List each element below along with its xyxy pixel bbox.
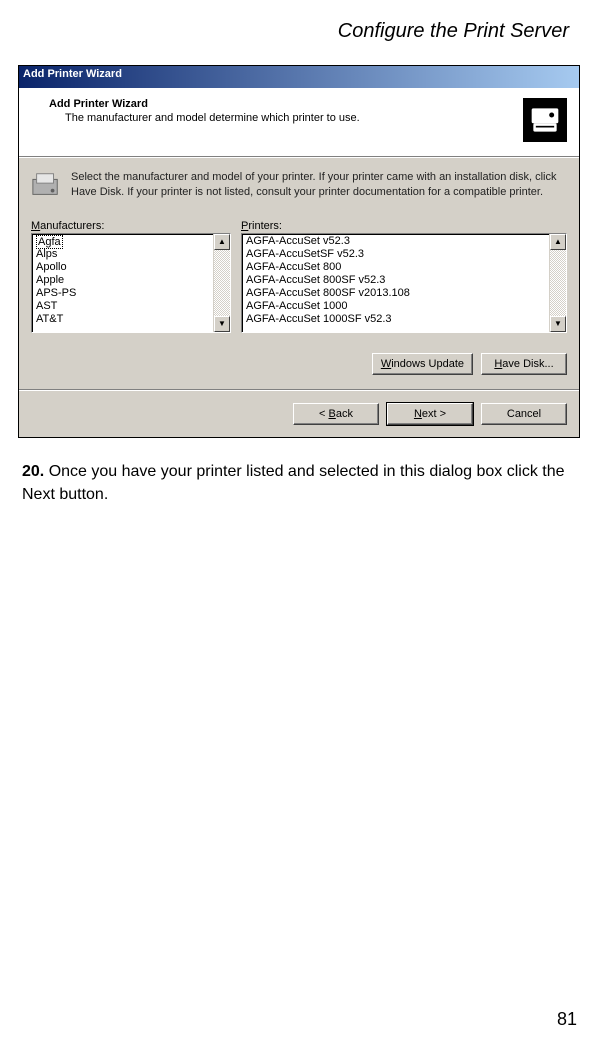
list-item[interactable]: Agfa — [34, 235, 211, 248]
scroll-up-button[interactable]: ▲ — [214, 234, 230, 250]
manufacturers-listbox[interactable]: Agfa Alps Apollo Apple APS-PS AST AT&T ▲… — [31, 233, 231, 333]
page-number: 81 — [557, 1009, 577, 1030]
scroll-track[interactable] — [214, 250, 230, 316]
chevron-up-icon: ▲ — [554, 238, 562, 246]
list-item[interactable]: AGFA-AccuSet v52.3 — [244, 235, 547, 248]
step-instruction: 20. Once you have your printer listed an… — [22, 460, 569, 506]
chevron-down-icon: ▼ — [218, 320, 226, 328]
page-header: Configure the Print Server — [18, 20, 569, 43]
printers-listbox[interactable]: AGFA-AccuSet v52.3 AGFA-AccuSetSF v52.3 … — [241, 233, 567, 333]
printer-graphic-icon — [523, 98, 567, 142]
list-item[interactable]: AGFA-AccuSetSF v52.3 — [244, 248, 547, 261]
list-item[interactable]: APS-PS — [34, 287, 211, 300]
windows-update-button[interactable]: Windows Update — [372, 353, 473, 375]
scrollbar[interactable]: ▲ ▼ — [213, 234, 230, 332]
list-item[interactable]: AGFA-AccuSet 1000SF v52.3 — [244, 313, 547, 326]
have-disk-button[interactable]: Have Disk... — [481, 353, 567, 375]
list-item[interactable]: AGFA-AccuSet 800 — [244, 261, 547, 274]
dialog-subheading: The manufacturer and model determine whi… — [65, 112, 513, 124]
list-item[interactable]: Apple — [34, 274, 211, 287]
dialog-body: Select the manufacturer and model of you… — [19, 157, 579, 343]
dialog-titlebar: Add Printer Wizard — [19, 66, 579, 88]
list-item[interactable]: AT&T — [34, 313, 211, 326]
printers-label: Printers: — [241, 220, 567, 232]
manufacturers-label: Manufacturers: — [31, 220, 231, 232]
instruction-text: Select the manufacturer and model of you… — [71, 170, 567, 200]
scroll-down-button[interactable]: ▼ — [214, 316, 230, 332]
list-item[interactable]: AGFA-AccuSet 800SF v2013.108 — [244, 287, 547, 300]
list-item[interactable]: Alps — [34, 248, 211, 261]
step-number: 20. — [22, 463, 44, 480]
scroll-track[interactable] — [550, 250, 566, 316]
list-item[interactable]: Apollo — [34, 261, 211, 274]
add-printer-wizard-dialog: Add Printer Wizard Add Printer Wizard Th… — [18, 65, 580, 438]
cancel-button[interactable]: Cancel — [481, 403, 567, 425]
list-item[interactable]: AGFA-AccuSet 800SF v52.3 — [244, 274, 547, 287]
scroll-down-button[interactable]: ▼ — [550, 316, 566, 332]
scrollbar[interactable]: ▲ ▼ — [549, 234, 566, 332]
dialog-header-panel: Add Printer Wizard The manufacturer and … — [19, 88, 579, 157]
next-button[interactable]: Next > — [387, 403, 473, 425]
dialog-heading: Add Printer Wizard — [49, 98, 513, 110]
list-item[interactable]: AGFA-AccuSet 1000 — [244, 300, 547, 313]
back-button[interactable]: < Back — [293, 403, 379, 425]
disk-icon — [31, 170, 61, 200]
list-item[interactable]: AST — [34, 300, 211, 313]
chevron-down-icon: ▼ — [554, 320, 562, 328]
scroll-up-button[interactable]: ▲ — [550, 234, 566, 250]
chevron-up-icon: ▲ — [218, 238, 226, 246]
